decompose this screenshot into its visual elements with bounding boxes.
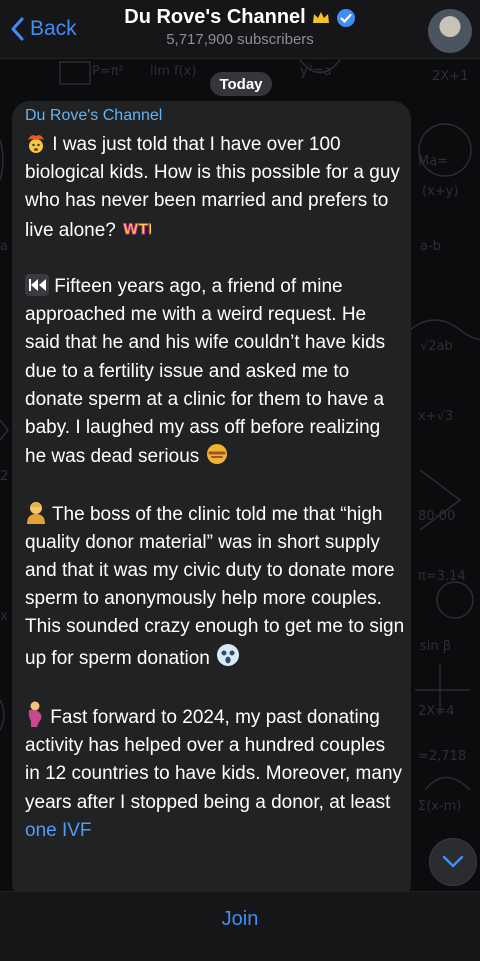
message-sender: Du Rove's Channel bbox=[25, 107, 163, 124]
svg-text:80·00: 80·00 bbox=[418, 509, 455, 524]
message-paragraph: Fast forward to 2024, my past donating a… bbox=[25, 701, 405, 845]
exploding-head-icon bbox=[28, 135, 44, 153]
message-bubble[interactable]: Du Rove's Channel I was just told that I… bbox=[12, 101, 411, 901]
message-paragraph: Fifteen years ago, a friend of mine appr… bbox=[25, 273, 405, 471]
chevron-down-icon bbox=[442, 855, 464, 868]
paragraph-4-text: Fast forward to 2024, my past donating a… bbox=[25, 707, 403, 813]
svg-text:a: a bbox=[0, 239, 8, 254]
svg-text:Σ(x-m): Σ(x-m) bbox=[418, 799, 461, 814]
svg-text:P=π²: P=π² bbox=[92, 64, 124, 79]
chat-header: Back Du Rove's Channel 5,717,900 subscri… bbox=[0, 0, 480, 59]
verified-badge-icon bbox=[336, 8, 355, 27]
svg-text:x+√3: x+√3 bbox=[418, 409, 453, 424]
svg-text:2: 2 bbox=[0, 469, 8, 484]
svg-text:2X+1: 2X+1 bbox=[432, 69, 468, 84]
channel-info[interactable]: Du Rove's Channel 5,717,900 subscribers bbox=[110, 6, 370, 48]
pregnant-icon bbox=[28, 701, 42, 728]
paragraph-2-text: Fifteen years ago, a friend of mine appr… bbox=[25, 276, 386, 468]
channel-avatar[interactable] bbox=[428, 9, 472, 53]
scroll-down-button[interactable] bbox=[429, 838, 477, 886]
svg-text:x: x bbox=[0, 609, 8, 624]
back-label: Back bbox=[30, 17, 77, 40]
svg-text:(x+y): (x+y) bbox=[422, 184, 458, 199]
rewind-icon bbox=[25, 274, 49, 296]
crown-icon bbox=[312, 11, 329, 23]
message-paragraph: The boss of the clinic told me that “hig… bbox=[25, 500, 405, 673]
person-icon bbox=[27, 501, 45, 524]
channel-title: Du Rove's Channel bbox=[124, 6, 306, 28]
svg-text:a-b: a-b bbox=[420, 239, 441, 254]
svg-text:y²=a: y²=a bbox=[300, 64, 332, 79]
no-mouth-icon bbox=[206, 444, 227, 465]
bottom-bar: Join bbox=[0, 891, 480, 961]
ivf-link[interactable]: one IVF bbox=[25, 820, 92, 841]
svg-text:√2ab: √2ab bbox=[420, 339, 453, 354]
svg-text:=2,718: =2,718 bbox=[418, 749, 466, 764]
svg-text:sin β: sin β bbox=[420, 639, 451, 654]
wtf-label: WTF bbox=[123, 222, 151, 238]
svg-text:Ma=: Ma= bbox=[418, 154, 448, 169]
wtf-sticker-icon: WTF bbox=[123, 221, 152, 238]
message-paragraph: I was just told that I have over 100 bio… bbox=[25, 131, 405, 245]
message-text: I was just told that I have over 100 bio… bbox=[25, 131, 405, 845]
paragraph-1-text: I was just told that I have over 100 bio… bbox=[25, 134, 400, 241]
date-separator: Today bbox=[210, 72, 272, 96]
join-button[interactable]: Join bbox=[0, 908, 480, 931]
scream-ghost-icon bbox=[217, 643, 240, 666]
svg-text:2X=4: 2X=4 bbox=[418, 704, 454, 719]
back-button[interactable]: Back bbox=[10, 14, 77, 44]
chevron-left-icon bbox=[11, 17, 24, 41]
svg-text:lim f(x): lim f(x) bbox=[150, 64, 196, 79]
svg-text:π=3.14: π=3.14 bbox=[418, 569, 466, 584]
subscriber-count: 5,717,900 subscribers bbox=[166, 31, 314, 48]
